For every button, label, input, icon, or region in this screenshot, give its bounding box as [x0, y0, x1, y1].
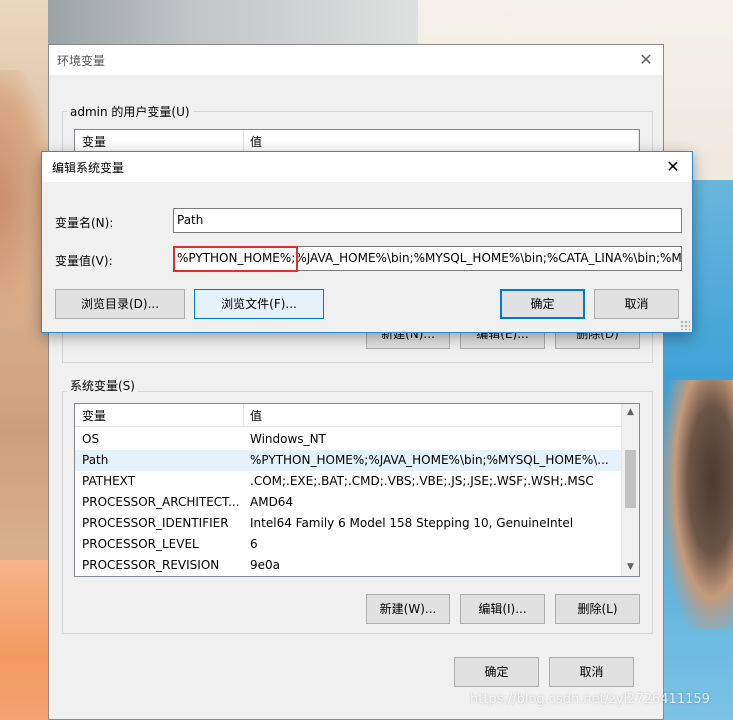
background-photo-shirt [0, 560, 48, 720]
system-col-value[interactable]: 值 [250, 407, 262, 424]
column-separator [638, 130, 639, 152]
edit-dialog-title: 编辑系统变量 [52, 161, 125, 175]
variable-name: PROCESSOR_ARCHITECT... [82, 495, 240, 509]
system-variables-list[interactable]: 变量 值 OS Windows_NT Path %PYTHON_HOME%;%J… [74, 403, 640, 577]
python-home-highlight [173, 246, 298, 272]
variable-value: Windows_NT [250, 432, 326, 446]
table-row[interactable]: PROCESSOR_LEVEL 6 [75, 534, 621, 555]
env-dialog-title: 环境变量 [57, 54, 106, 68]
environment-variables-dialog: 环境变量 ✕ admin 的用户变量(U) 变量 值 新建(N)... 编辑(E… [48, 44, 664, 720]
edit-cancel-button[interactable]: 取消 [594, 289, 679, 319]
table-row[interactable]: PATHEXT .COM;.EXE;.BAT;.CMD;.VBS;.VBE;.J… [75, 471, 621, 492]
env-cancel-button[interactable]: 取消 [549, 657, 634, 687]
edit-ok-button[interactable]: 确定 [500, 289, 585, 319]
variable-name-input[interactable]: Path [173, 208, 682, 233]
variable-name-label: 变量名(N): [55, 216, 114, 230]
browse-file-button[interactable]: 浏览文件(F)... [194, 289, 324, 319]
variable-value-label: 变量值(V): [55, 254, 113, 268]
variable-value: Intel64 Family 6 Model 158 Stepping 10, … [250, 516, 574, 530]
user-variables-label: admin 的用户变量(U) [67, 103, 193, 120]
variable-name: OS [82, 432, 100, 446]
background-photo-top [48, 0, 418, 44]
table-row[interactable]: OS Windows_NT [75, 429, 621, 450]
variable-name: PROCESSOR_IDENTIFIER [82, 516, 229, 530]
user-col-variable[interactable]: 变量 [82, 133, 106, 150]
scroll-down-icon[interactable]: ▼ [622, 559, 639, 576]
env-close-icon[interactable]: ✕ [633, 48, 659, 72]
scrollbar-thumb[interactable] [625, 450, 636, 508]
variable-value: %PYTHON_HOME%;%JAVA_HOME%\bin;%MYSQL_HOM… [250, 453, 609, 467]
system-col-variable[interactable]: 变量 [82, 407, 106, 424]
env-dialog-titlebar: 环境变量 ✕ [49, 45, 663, 75]
variable-name: PATHEXT [82, 474, 136, 488]
variable-value: .COM;.EXE;.BAT;.CMD;.VBS;.VBE;.JS;.JSE;.… [250, 474, 594, 488]
user-col-value[interactable]: 值 [250, 133, 262, 150]
variable-name: PROCESSOR_REVISION [82, 558, 220, 572]
table-row[interactable]: PROCESSOR_REVISION 9e0a [75, 555, 621, 576]
column-separator [243, 130, 244, 152]
variable-value: 9e0a [250, 558, 281, 572]
system-variables-label: 系统变量(S) [67, 377, 138, 394]
resize-grip-icon[interactable] [680, 320, 690, 330]
system-edit-button[interactable]: 编辑(I)... [460, 594, 545, 624]
edit-dialog-titlebar: 编辑系统变量 ✕ [42, 152, 692, 182]
env-ok-button[interactable]: 确定 [454, 657, 539, 687]
background-photo-person [664, 380, 733, 630]
variable-name: PROCESSOR_LEVEL [82, 537, 199, 551]
edit-system-variable-dialog: 编辑系统变量 ✕ 变量名(N): Path 变量值(V): %PYTHON_HO… [41, 151, 693, 333]
column-separator [243, 404, 244, 426]
variable-value: 6 [250, 537, 258, 551]
variable-value: AMD64 [250, 495, 294, 509]
table-row[interactable]: PROCESSOR_ARCHITECT... AMD64 [75, 492, 621, 513]
system-list-header: 变量 值 [75, 404, 621, 427]
table-row-selected[interactable]: Path %PYTHON_HOME%;%JAVA_HOME%\bin;%MYSQ… [75, 450, 621, 471]
browse-directory-button[interactable]: 浏览目录(D)... [55, 289, 185, 319]
system-list-scrollbar[interactable]: ▲ ▼ [621, 404, 639, 576]
variable-name: Path [82, 453, 109, 467]
scroll-up-icon[interactable]: ▲ [622, 404, 639, 421]
user-list-header: 变量 值 [75, 130, 639, 153]
watermark: https://blog.csdn.net/zyl2726411159 [470, 692, 710, 707]
system-new-button[interactable]: 新建(W)... [366, 594, 450, 624]
close-icon[interactable]: ✕ [660, 155, 686, 179]
table-row[interactable]: PROCESSOR_IDENTIFIER Intel64 Family 6 Mo… [75, 513, 621, 534]
system-delete-button[interactable]: 删除(L) [555, 594, 640, 624]
